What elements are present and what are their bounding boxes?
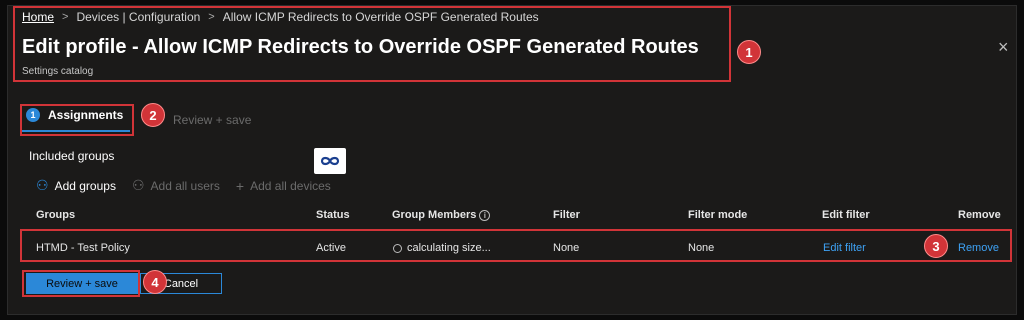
- group-members-header-label: Group Members: [392, 209, 477, 221]
- annotation-box-header: [13, 6, 731, 82]
- column-header-group-members: Group Members i: [392, 209, 491, 221]
- add-all-users-label: Add all users: [150, 178, 220, 193]
- add-all-devices-label: Add all devices: [250, 178, 331, 193]
- close-icon[interactable]: ×: [998, 38, 1009, 56]
- group-actions-toolbar: ⚇ Add groups ⚇ Add all users + Add all d…: [36, 177, 347, 194]
- column-header-status: Status: [316, 209, 350, 221]
- logo: [314, 148, 346, 174]
- column-header-groups: Groups: [36, 209, 76, 221]
- annotation-box-row: [20, 229, 1012, 262]
- add-all-users-button[interactable]: ⚇ Add all users: [132, 177, 220, 194]
- add-users-icon: ⚇: [131, 177, 145, 193]
- tab-review-save[interactable]: Review + save: [173, 113, 251, 127]
- column-header-filter: Filter: [553, 209, 580, 221]
- logo-icon: [320, 156, 340, 166]
- add-group-icon: ⚇: [36, 177, 49, 193]
- annotation-badge-3: 3: [924, 234, 948, 258]
- column-header-edit-filter: Edit filter: [822, 209, 870, 221]
- annotation-badge-1: 1: [737, 40, 761, 64]
- column-header-remove: Remove: [958, 209, 1001, 221]
- annotation-badge-4: 4: [143, 270, 167, 294]
- add-all-devices-button[interactable]: + Add all devices: [236, 178, 331, 194]
- plus-icon: +: [235, 177, 245, 194]
- add-groups-button[interactable]: ⚇ Add groups: [36, 177, 116, 194]
- column-header-filter-mode: Filter mode: [688, 209, 748, 221]
- annotation-box-buttons: [22, 270, 140, 297]
- annotation-badge-2: 2: [141, 103, 165, 127]
- annotation-box-tab: [20, 104, 134, 136]
- included-groups-label: Included groups: [29, 149, 115, 163]
- add-groups-label: Add groups: [54, 178, 116, 193]
- info-icon[interactable]: i: [479, 209, 491, 221]
